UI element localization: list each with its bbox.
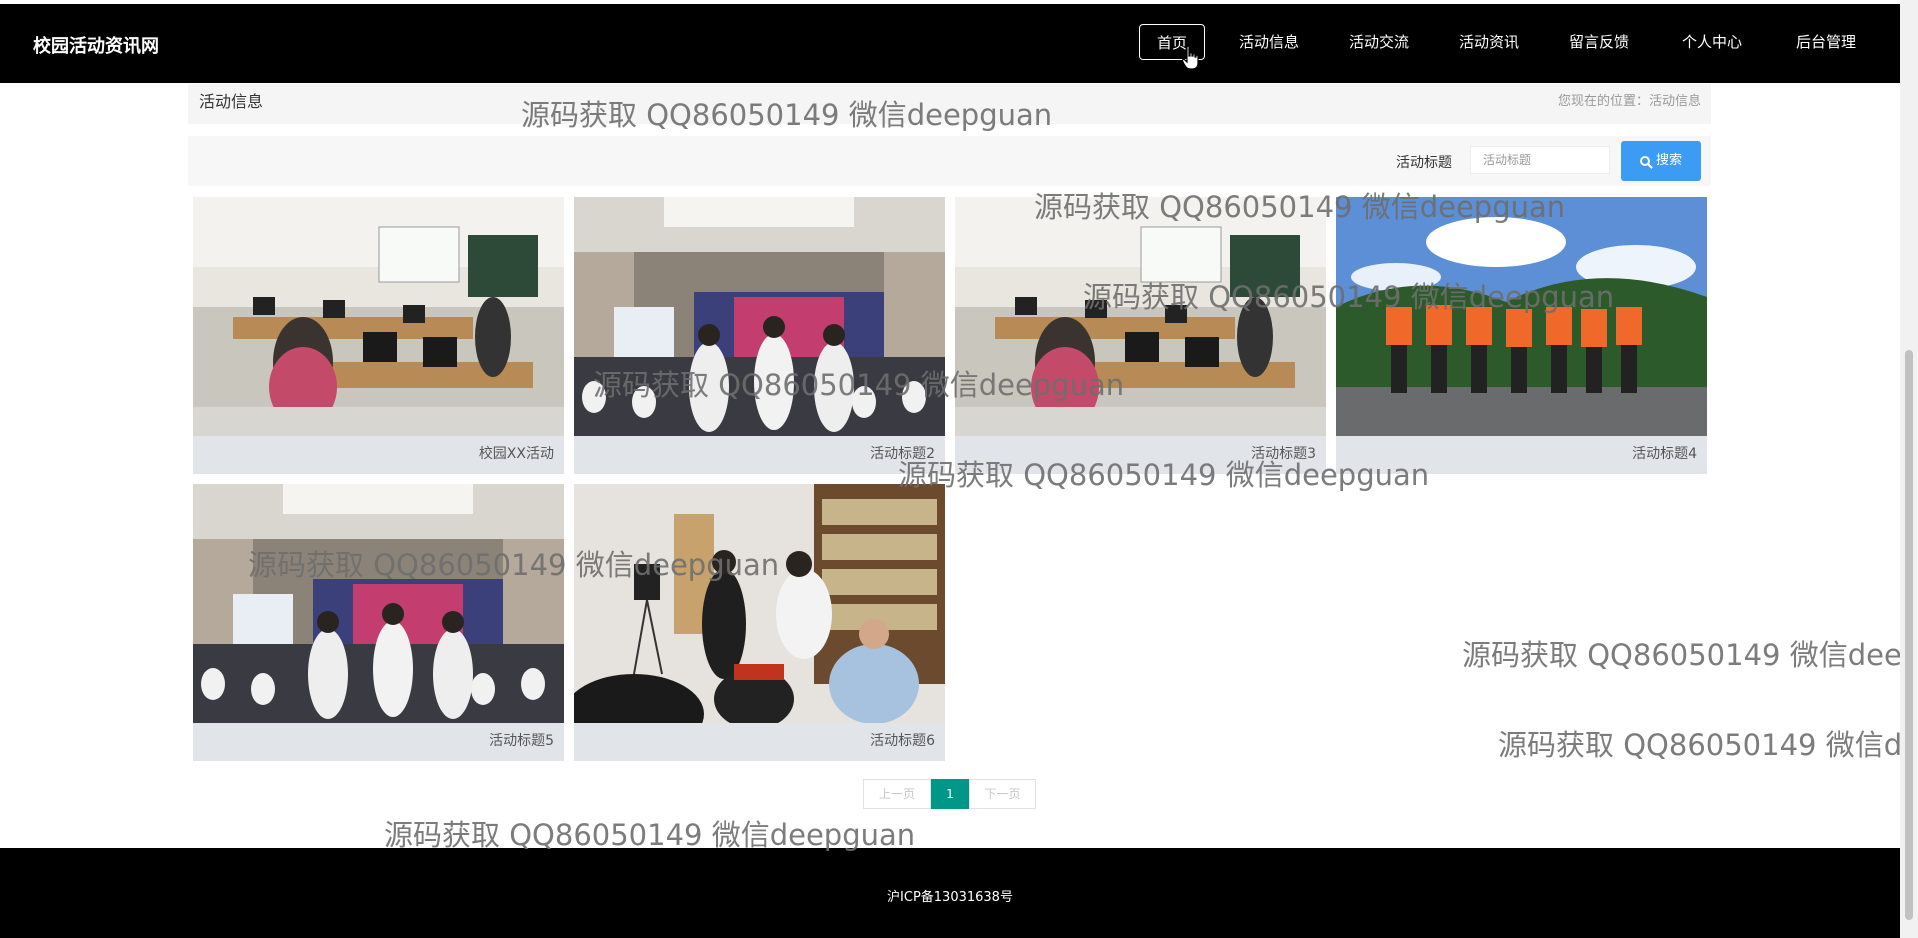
activity-card[interactable]: 活动标题2	[574, 197, 945, 474]
search-icon	[1639, 156, 1650, 166]
breadcrumb: 您现在的位置：活动信息	[1557, 94, 1701, 109]
activity-title[interactable]: 校园XX活动	[479, 443, 554, 463]
footer: 沪ICP备13031638号	[0, 848, 1900, 938]
activity-card[interactable]: 活动标题5	[193, 484, 564, 761]
section-title: 活动信息	[199, 92, 264, 111]
scrollbar-thumb[interactable]	[1905, 350, 1913, 920]
watermark-text: 源码获取 QQ86050149 微信deepguan	[1498, 728, 1900, 762]
search-bar: 活动标题 搜索	[188, 136, 1711, 186]
top-navbar: 校园活动资讯网 首页 活动信息 活动交流 活动资讯 留言反馈 个人中心 后台管理	[0, 4, 1900, 83]
nav-admin[interactable]: 后台管理	[1786, 24, 1866, 60]
hand-cursor-icon	[1182, 45, 1199, 70]
activity-title[interactable]: 活动标题2	[870, 443, 935, 463]
activity-title[interactable]: 活动标题5	[489, 730, 554, 750]
page-1-button[interactable]: 1	[931, 779, 969, 809]
watermark-text: 源码获取 QQ86050149 微信deepguan	[1462, 638, 1900, 672]
search-label: 活动标题	[1396, 155, 1452, 171]
search-button-label: 搜索	[1655, 153, 1682, 168]
search-input[interactable]	[1470, 146, 1610, 174]
activity-title[interactable]: 活动标题6	[870, 730, 935, 750]
activity-photo[interactable]	[955, 197, 1326, 436]
activity-card[interactable]: 活动标题6	[574, 484, 945, 761]
activity-photo[interactable]	[193, 197, 564, 436]
activity-photo[interactable]	[574, 197, 945, 436]
page-scrollbar[interactable]	[1900, 0, 1918, 938]
activity-card[interactable]: 活动标题4	[1336, 197, 1707, 474]
nav-activity-info[interactable]: 活动信息	[1229, 24, 1309, 60]
activity-title[interactable]: 活动标题4	[1632, 443, 1697, 463]
next-page-button[interactable]: 下一页	[969, 779, 1036, 809]
activity-title[interactable]: 活动标题3	[1251, 443, 1316, 463]
nav-activity-exchange[interactable]: 活动交流	[1339, 24, 1419, 60]
prev-page-button[interactable]: 上一页	[863, 779, 931, 809]
site-brand[interactable]: 校园活动资讯网	[33, 32, 159, 58]
activity-card[interactable]: 校园XX活动	[193, 197, 564, 474]
activity-photo[interactable]	[1336, 197, 1707, 436]
activity-photo[interactable]	[193, 484, 564, 723]
search-button[interactable]: 搜索	[1621, 141, 1701, 181]
breadcrumb-bar: 活动信息 您现在的位置：活动信息	[188, 84, 1711, 124]
activity-card[interactable]: 活动标题3	[955, 197, 1326, 474]
nav-feedback[interactable]: 留言反馈	[1559, 24, 1639, 60]
activity-photo[interactable]	[574, 484, 945, 723]
nav-personal-center[interactable]: 个人中心	[1672, 24, 1752, 60]
nav-activity-news[interactable]: 活动资讯	[1449, 24, 1529, 60]
icp-record: 沪ICP备13031638号	[887, 890, 1013, 905]
